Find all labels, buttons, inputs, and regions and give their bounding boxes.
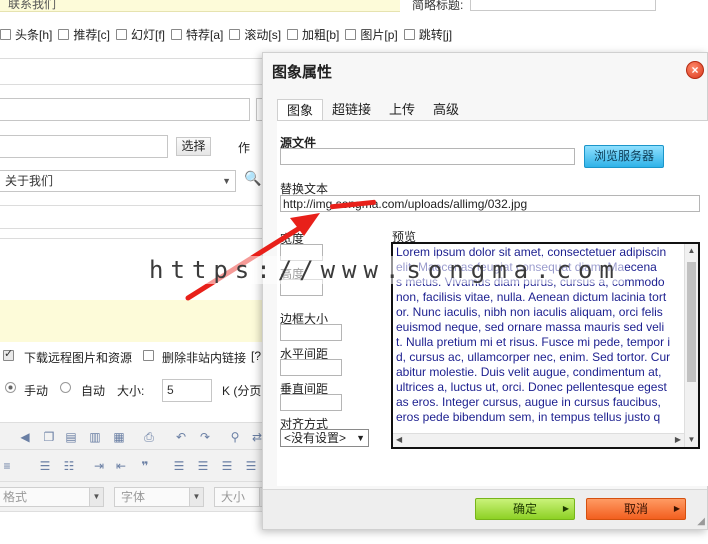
watermark: https://www.songma.com [145, 256, 625, 284]
